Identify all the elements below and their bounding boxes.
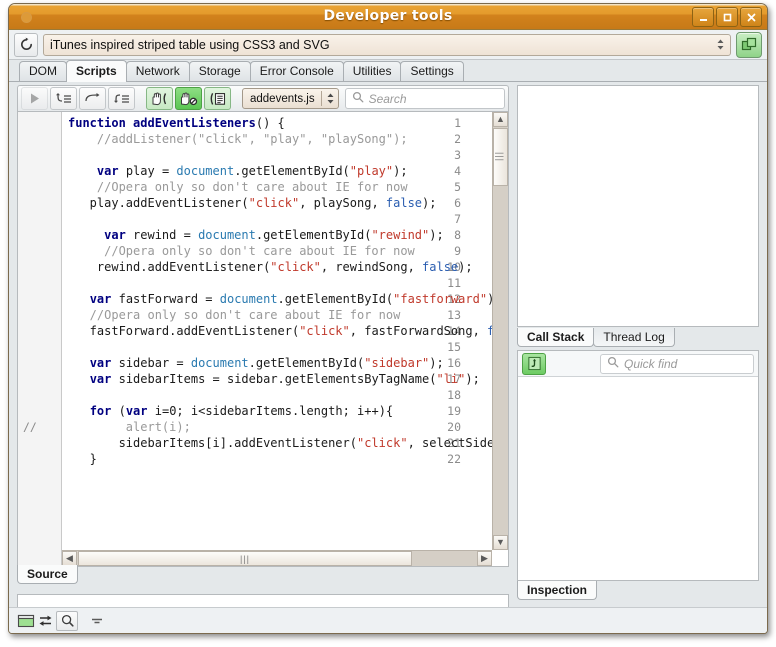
step-out-button[interactable]: [108, 87, 135, 110]
code-line: //Opera only so don't care about IE for …: [68, 308, 401, 322]
window-title: Developer tools: [323, 8, 453, 24]
tab-settings[interactable]: Settings: [400, 61, 464, 81]
code-line: var sidebarItems = sidebar.getElementsBy…: [89, 372, 480, 386]
document-selector-row: iTunes inspired striped table using CSS3…: [9, 30, 767, 60]
breakpoint-column[interactable]: [18, 112, 40, 566]
title-bar: Developer tools: [9, 4, 767, 30]
search-placeholder: Search: [368, 91, 407, 106]
tab-storage[interactable]: Storage: [188, 61, 251, 81]
call-stack-tabs: Call Stack Thread Log: [517, 328, 675, 348]
code-line: //addListener("click", "play", "playSong…: [68, 132, 408, 146]
scroll-down-icon[interactable]: ▼: [493, 535, 508, 550]
chevron-updown-icon[interactable]: [325, 92, 336, 105]
code-horizontal-scrollbar[interactable]: ◀ ||| ▶: [62, 550, 492, 566]
quick-find-placeholder: Quick find: [624, 356, 678, 371]
search-icon: [607, 356, 619, 371]
continue-button[interactable]: [21, 87, 48, 110]
status-bar: [9, 607, 767, 633]
search-input[interactable]: Search: [344, 88, 505, 109]
tab-thread-log[interactable]: Thread Log: [593, 328, 675, 347]
break-on-error-button[interactable]: [146, 87, 173, 110]
code-line: var play = document.getElementById("play…: [96, 164, 408, 178]
tab-inspection[interactable]: Inspection: [517, 581, 598, 600]
step-over-button[interactable]: [79, 87, 106, 110]
code-line: fastForward.addEventListener("click", fa…: [68, 324, 492, 338]
vertical-scroll-thumb[interactable]: |||: [493, 128, 508, 186]
jump-to-icon[interactable]: [522, 352, 546, 375]
tab-source[interactable]: Source: [17, 565, 78, 584]
close-button[interactable]: [740, 7, 762, 27]
script-select[interactable]: addevents.js: [242, 88, 339, 109]
tab-network[interactable]: Network: [125, 61, 190, 81]
source-column: addevents.js Search 1 2 3 4 5 6 7 8 9 10…: [17, 85, 509, 605]
call-stack-panel[interactable]: [517, 85, 759, 327]
code-line: var fastForward = document.getElementByI…: [89, 292, 492, 306]
code-editor[interactable]: 1 2 3 4 5 6 7 8 9 10 11 12 13 14 15 16 17 18 19 20 21 22 // f…: [17, 111, 509, 567]
reload-icon[interactable]: [14, 32, 38, 57]
code-vertical-scrollbar[interactable]: ▲ ||| ▼: [492, 112, 508, 550]
scroll-right-icon[interactable]: ▶: [477, 551, 492, 566]
document-select[interactable]: iTunes inspired striped table using CSS3…: [43, 33, 731, 56]
main-tab-strip: DOM Scripts Network Storage Error Consol…: [9, 60, 767, 82]
developer-tools-window: Developer tools iTunes inspired striped …: [8, 3, 768, 634]
code-text[interactable]: function addEventListeners() { //addList…: [62, 112, 492, 550]
inspection-column: Call Stack Thread Log Quick find Inspect…: [517, 85, 759, 605]
chevron-updown-icon[interactable]: [715, 38, 726, 51]
resize-grip-icon[interactable]: [90, 615, 104, 627]
detach-window-icon[interactable]: [736, 31, 762, 58]
window-controls: [692, 7, 762, 27]
document-title: iTunes inspired striped table using CSS3…: [50, 37, 330, 52]
code-line: function addEventListeners() {: [68, 116, 285, 130]
inspection-panel[interactable]: Quick find: [517, 350, 759, 581]
tab-dom[interactable]: DOM: [19, 61, 67, 81]
debugger-toolbar: addevents.js Search: [17, 85, 509, 111]
select-divider: [320, 91, 322, 106]
break-on-exception-button[interactable]: [175, 87, 202, 110]
code-line: play.addEventListener("click", playSong,…: [68, 196, 437, 210]
tab-utilities[interactable]: Utilities: [342, 61, 402, 81]
tab-scripts[interactable]: Scripts: [66, 60, 127, 82]
scroll-left-icon[interactable]: ◀: [62, 551, 77, 566]
swap-arrows-icon[interactable]: [39, 613, 52, 629]
code-line: for (var i=0; i<sidebarItems.length; i++…: [89, 404, 394, 418]
code-line: var sidebar = document.getElementById("s…: [89, 356, 444, 370]
tab-error-console[interactable]: Error Console: [249, 61, 344, 81]
code-line: alert(i);: [68, 420, 191, 434]
search-icon: [352, 91, 364, 106]
inspection-tabs: Inspection: [517, 581, 598, 601]
code-line: sidebarItems[i].addEventListener("click"…: [68, 436, 492, 450]
code-line: }: [68, 452, 97, 466]
quick-find-input[interactable]: Quick find: [600, 353, 754, 374]
horizontal-scroll-thumb[interactable]: |||: [78, 551, 412, 566]
source-pane-tabs: Source: [17, 565, 509, 585]
scroll-up-icon[interactable]: ▲: [493, 112, 508, 127]
code-line: //Opera only so don't care about IE for …: [68, 244, 415, 258]
script-select-value: addevents.js: [250, 92, 315, 105]
breakpoint-marker[interactable]: //: [23, 419, 43, 435]
break-on-script-button[interactable]: [204, 87, 231, 110]
main-content: addevents.js Search 1 2 3 4 5 6 7 8 9 10…: [9, 82, 767, 633]
magnifier-icon[interactable]: [56, 610, 78, 631]
step-into-button[interactable]: [50, 87, 77, 110]
window-green-icon[interactable]: [17, 613, 35, 629]
quick-find-bar: Quick find: [518, 351, 758, 377]
code-line: //Opera only so don't care about IE for …: [68, 180, 408, 194]
minimize-button[interactable]: [692, 7, 714, 27]
maximize-button[interactable]: [716, 7, 738, 27]
code-line: var rewind = document.getElementById("re…: [104, 228, 444, 242]
tab-call-stack[interactable]: Call Stack: [517, 328, 595, 347]
code-line: rewind.addEventListener("click", rewindS…: [68, 260, 473, 274]
